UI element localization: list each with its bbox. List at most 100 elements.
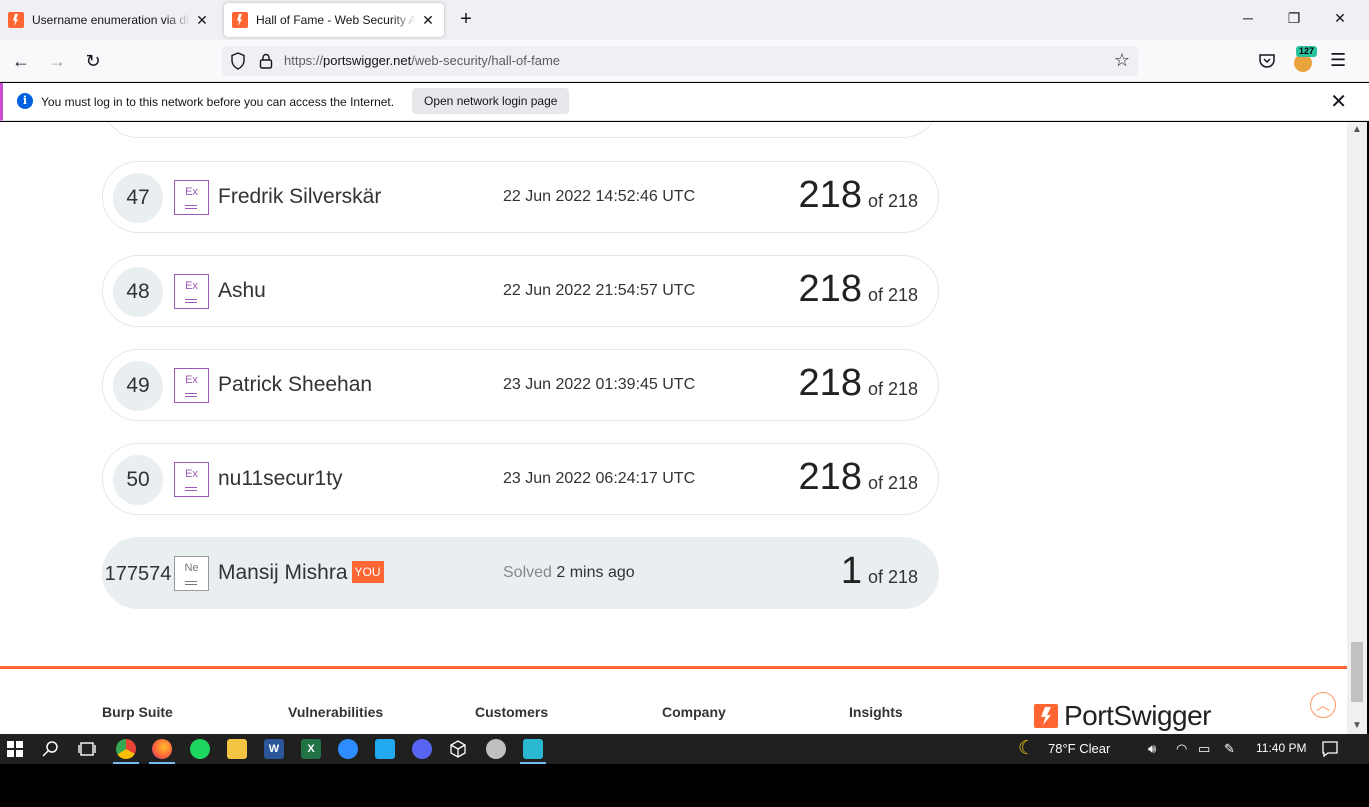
scrollbar-thumb[interactable] <box>1351 642 1363 702</box>
footer-link-burp-suite[interactable]: Burp Suite <box>102 704 173 720</box>
search-icon[interactable] <box>42 740 60 758</box>
tab-title: Username enumeration via diffe <box>32 13 190 27</box>
scroll-up-arrow-icon[interactable]: ▲ <box>1347 124 1367 135</box>
total-count: of 218 <box>867 191 918 211</box>
username: nu11secur1ty <box>218 467 343 490</box>
zoom-icon[interactable] <box>338 739 358 759</box>
rank-number: 49 <box>113 361 163 411</box>
new-tab-button[interactable]: + <box>456 8 476 30</box>
extension-badge: 127 <box>1296 46 1318 57</box>
solved-count: 218 <box>798 362 862 404</box>
solved-count: 218 <box>798 174 862 216</box>
username: Fredrik Silverskär <box>218 185 382 208</box>
score: 218 of 218 <box>799 174 918 217</box>
wifi-icon[interactable]: ◠ <box>1176 741 1187 757</box>
pen-icon[interactable]: ✎ <box>1224 741 1235 757</box>
solved-count: 218 <box>798 456 862 498</box>
total-count: of 218 <box>867 379 918 399</box>
expert-avatar-icon: Ex <box>174 180 209 215</box>
minimize-button[interactable]: ─ <box>1225 0 1271 36</box>
task-view-icon[interactable] <box>78 740 96 758</box>
back-button[interactable]: ← <box>8 48 34 74</box>
you-badge: YOU <box>351 561 384 583</box>
portswigger-favicon-icon <box>232 12 248 28</box>
close-window-button[interactable]: ✕ <box>1317 0 1363 36</box>
completion-date: 22 Jun 2022 21:54:57 UTC <box>503 282 696 299</box>
leaderboard-row: 49 Ex Patrick Sheehan 23 Jun 2022 01:39:… <box>102 349 939 421</box>
footer-link-company[interactable]: Company <box>662 704 726 720</box>
word-icon[interactable]: W <box>264 739 284 759</box>
solved-count: 1 <box>840 550 862 592</box>
tab-username-enumeration[interactable]: Username enumeration via diffe ✕ <box>0 3 218 37</box>
volume-icon[interactable]: 🔊︎ <box>1148 741 1156 757</box>
url-bar[interactable]: https://portswigger.net/web-security/hal… <box>222 46 1138 76</box>
moon-weather-icon[interactable]: ☾ <box>1018 737 1035 760</box>
rank-number: 177574 <box>104 563 172 585</box>
newbie-avatar-icon: Ne <box>174 556 209 591</box>
weather-text[interactable]: 78°F Clear <box>1048 741 1110 756</box>
page-scrollbar[interactable]: ▲ ▼ <box>1347 122 1367 734</box>
windows-taskbar: W X ☾ 78°F Clear 🔊︎ ◠ ▭ ✎ 11:40 PM <box>0 734 1369 764</box>
clock-time[interactable]: 11:40 PM <box>1256 741 1306 755</box>
restore-button[interactable]: ❐ <box>1271 0 1317 36</box>
leaderboard-row: 47 Ex Fredrik Silverskär 22 Jun 2022 14:… <box>102 161 939 233</box>
solved-count: 218 <box>798 268 862 310</box>
chrome-icon[interactable] <box>116 739 136 759</box>
battery-icon[interactable]: ▭ <box>1198 741 1210 757</box>
app-icon[interactable] <box>486 739 506 759</box>
username: Patrick Sheehan <box>218 373 373 396</box>
reload-button[interactable]: ↻ <box>80 48 106 74</box>
portswigger-logo-icon <box>1034 704 1058 728</box>
virtualbox-icon[interactable] <box>448 739 468 759</box>
bookmark-star-icon[interactable]: ☆ <box>1114 50 1130 71</box>
scroll-to-top-button[interactable]: ︿ <box>1310 692 1336 718</box>
footer-link-vulnerabilities[interactable]: Vulnerabilities <box>288 704 383 720</box>
footer-divider <box>0 666 1347 669</box>
excel-icon[interactable]: X <box>301 739 321 759</box>
rank-number: 50 <box>113 455 163 505</box>
leaderboard-row: 50 Ex nu11secur1ty 23 Jun 2022 06:24:17 … <box>102 443 939 515</box>
leaderboard-row: 48 Ex Ashu 22 Jun 2022 21:54:57 UTC 218 o… <box>102 255 939 327</box>
close-tab-icon[interactable]: ✕ <box>194 12 210 29</box>
firefox-icon[interactable] <box>152 739 172 759</box>
score: 218 of 218 <box>799 456 918 499</box>
completion-date: 23 Jun 2022 01:39:45 UTC <box>503 376 696 393</box>
solved-time: Solved 2 mins ago <box>503 564 635 581</box>
portswigger-logo[interactable]: PortSwigger <box>1034 700 1212 732</box>
completion-date: 23 Jun 2022 06:24:17 UTC <box>503 470 696 487</box>
total-count: of 218 <box>867 567 918 587</box>
lock-icon[interactable] <box>258 52 274 70</box>
windows-start-icon[interactable] <box>7 741 23 757</box>
total-count: of 218 <box>867 285 918 305</box>
rank-number: 48 <box>113 267 163 317</box>
scroll-down-arrow-icon[interactable]: ▼ <box>1347 720 1367 731</box>
forward-button[interactable]: → <box>44 48 70 74</box>
shield-icon[interactable] <box>230 52 246 70</box>
my-leaderboard-row: 177574 Ne Mansij Mishra YOU Solved 2 mins… <box>102 537 939 609</box>
close-tab-icon[interactable]: ✕ <box>420 12 436 29</box>
open-network-login-button[interactable]: Open network login page <box>412 88 570 114</box>
close-notification-icon[interactable]: ✕ <box>1330 89 1347 114</box>
expert-avatar-icon: Ex <box>174 368 209 403</box>
file-explorer-icon[interactable] <box>227 739 247 759</box>
discord-icon[interactable] <box>412 739 432 759</box>
score: 1 of 218 <box>841 550 918 593</box>
screen-bottom <box>0 764 1369 807</box>
expert-avatar-icon: Ex <box>174 462 209 497</box>
vscode-icon[interactable] <box>375 739 395 759</box>
brand-name: PortSwigger <box>1064 700 1212 731</box>
footer-link-insights[interactable]: Insights <box>849 704 903 720</box>
tab-hall-of-fame[interactable]: Hall of Fame - Web Security Ac ✕ <box>224 3 444 37</box>
info-icon: i <box>17 93 33 109</box>
footer-link-customers[interactable]: Customers <box>475 704 548 720</box>
menu-icon[interactable]: ☰ <box>1330 50 1346 71</box>
total-count: of 218 <box>867 473 918 493</box>
spotify-icon[interactable] <box>190 739 210 759</box>
pocket-icon[interactable] <box>1258 52 1276 70</box>
network-login-notification: i You must log in to this network before… <box>0 83 1369 121</box>
burp-suite-icon[interactable] <box>523 739 543 759</box>
notifications-icon[interactable] <box>1322 741 1338 757</box>
url-text[interactable]: https://portswigger.net/web-security/hal… <box>284 53 560 68</box>
username: Ashu <box>218 279 266 302</box>
portswigger-favicon-icon <box>8 12 24 28</box>
